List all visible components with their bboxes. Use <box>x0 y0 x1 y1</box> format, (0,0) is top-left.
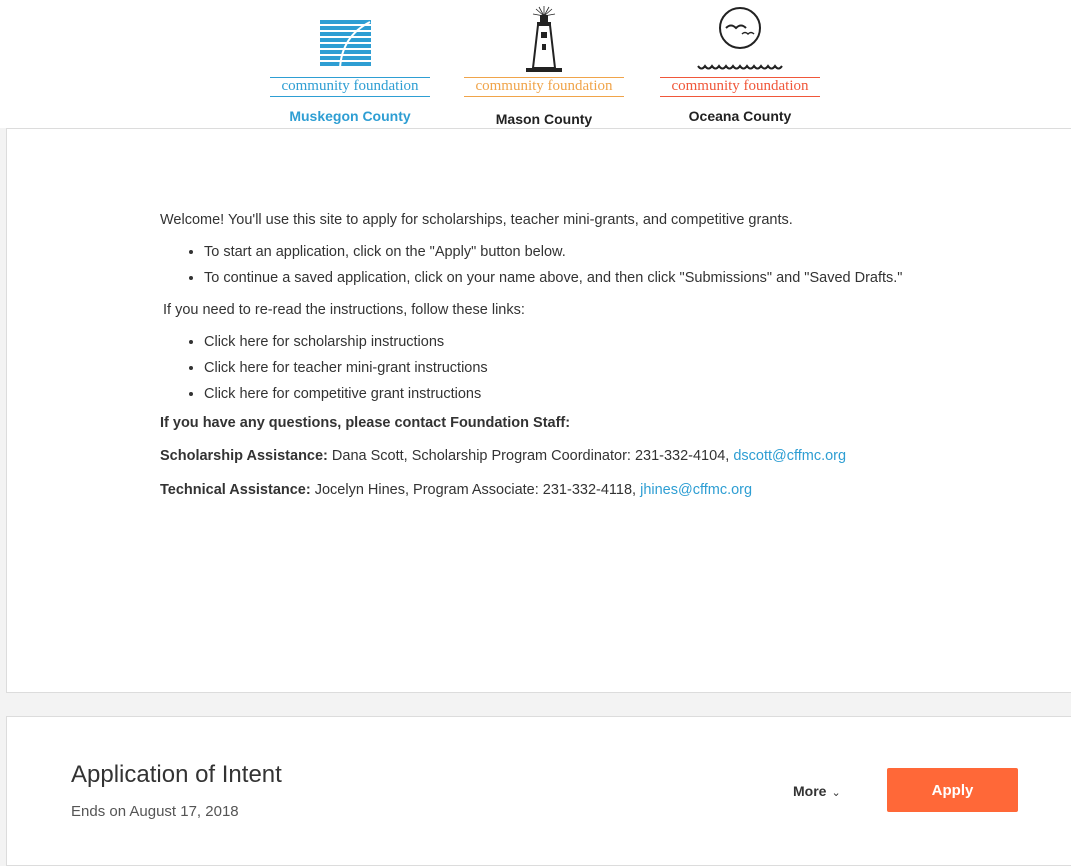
opportunity-title[interactable]: Application of Intent <box>71 761 282 789</box>
welcome-text: Welcome! You'll use this site to apply f… <box>160 212 793 228</box>
scholarship-instructions-link[interactable]: Click here for scholarship instructions <box>204 331 960 354</box>
foundation-label: community foundation <box>464 77 624 97</box>
mason-logo[interactable]: community foundation Mason County <box>464 0 624 128</box>
steps-list: To start an application, click on the "A… <box>160 241 960 290</box>
links-intro-text: If you need to re-read the instructions,… <box>163 301 525 318</box>
list-item: To continue a saved application, click o… <box>204 267 960 290</box>
welcome-card: Welcome! You'll use this site to apply f… <box>6 128 1071 693</box>
lighthouse-icon <box>464 6 624 76</box>
chevron-down-icon: ⌄ <box>831 787 841 799</box>
scholarship-email-link[interactable]: dscott@cffmc.org <box>733 448 846 464</box>
deadline-text: Ends on August 17, 2018 <box>71 803 239 820</box>
more-label: More <box>793 783 827 799</box>
mini-grant-instructions-link[interactable]: Click here for teacher mini-grant instru… <box>204 357 960 380</box>
scholarship-contact: Scholarship Assistance: Dana Scott, Scho… <box>160 445 960 468</box>
more-dropdown[interactable]: More ⌄ <box>793 783 841 799</box>
county-label: Mason County <box>495 111 593 127</box>
opportunity-card: Application of Intent Ends on August 17,… <box>6 716 1071 866</box>
technical-contact-text: Jocelyn Hines, Program Associate: 231-33… <box>310 481 641 498</box>
technical-contact: Technical Assistance: Jocelyn Hines, Pro… <box>160 479 960 502</box>
county-label: Muskegon County <box>289 108 411 124</box>
technical-email-link[interactable]: jhines@cffmc.org <box>640 482 752 498</box>
county-label: Oceana County <box>688 108 792 124</box>
foundation-label: community foundation <box>660 77 820 97</box>
competitive-grant-instructions-link[interactable]: Click here for competitive grant instruc… <box>204 383 960 406</box>
waves-flag-icon <box>270 6 430 76</box>
muskegon-logo[interactable]: community foundation Muskegon County <box>270 0 430 128</box>
oceana-logo[interactable]: community foundation Oceana County <box>660 0 820 128</box>
instruction-links-list: Click here for scholarship instructions … <box>160 331 960 407</box>
list-item: To start an application, click on the "A… <box>204 241 960 264</box>
questions-heading: If you have any questions, please contac… <box>160 415 571 432</box>
foundation-label: community foundation <box>270 77 430 97</box>
scholarship-contact-text: Dana Scott, Scholarship Program Coordina… <box>327 447 734 464</box>
seagulls-waves-icon <box>660 6 820 76</box>
scholarship-contact-label: Scholarship Assistance: <box>160 447 328 464</box>
apply-button[interactable]: Apply <box>887 768 1018 812</box>
logo-banner: community foundation Muskegon County com… <box>0 0 1071 128</box>
welcome-content: Welcome! You'll use this site to apply f… <box>160 209 960 513</box>
technical-contact-label: Technical Assistance: <box>160 481 311 498</box>
